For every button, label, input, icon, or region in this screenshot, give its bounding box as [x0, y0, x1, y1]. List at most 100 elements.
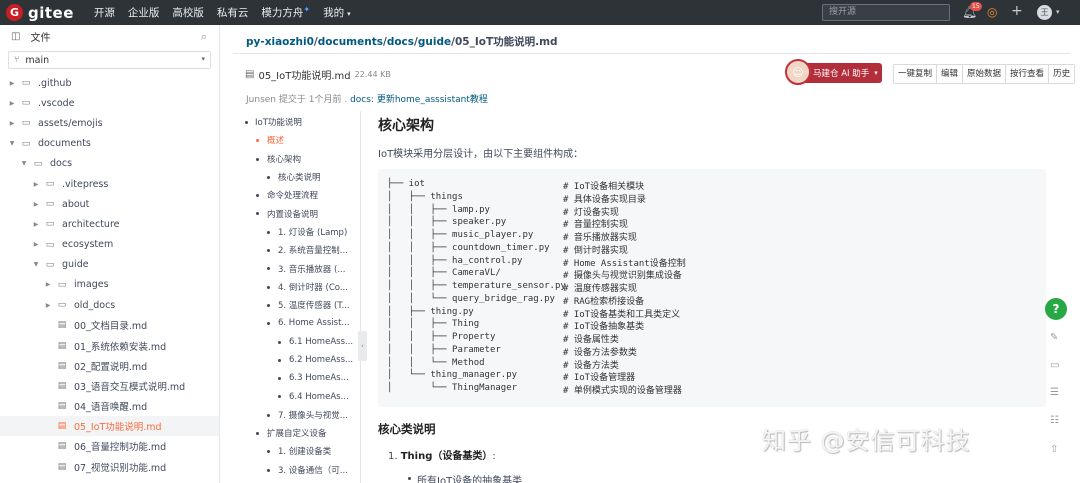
toc-item[interactable]: 6.2 HomeAss... [233, 351, 360, 369]
toc-item[interactable]: 1. 创建设备类 [233, 442, 360, 460]
raw-button[interactable]: 原始数据 [963, 65, 1007, 83]
toc-item-label: 1. 创建设备类 [278, 447, 332, 458]
toc-item[interactable]: 扩展自定义设备 [233, 424, 360, 442]
breadcrumb-documents[interactable]: documents [318, 36, 383, 48]
toc-item[interactable]: 1. 灯设备 (Lamp) [233, 223, 360, 241]
tree-file[interactable]: ▤ 05_IoT功能说明.md [0, 416, 219, 437]
history-button[interactable]: 历史 [1049, 65, 1075, 83]
tree-folder[interactable]: ▶ ▭ about [0, 194, 219, 214]
edit-button[interactable]: 编辑 [937, 65, 964, 83]
toc-item[interactable]: 使用示例 [233, 479, 360, 483]
code-path: │ │ └── Method [387, 357, 485, 368]
tree-folder[interactable]: ▶ ▭ architecture [0, 214, 219, 234]
nav-link-moli[interactable]: 模力方舟✦ [261, 5, 310, 20]
ai-assistant-button[interactable]: ☺ 马建仓 AI 助手 ▾ [785, 59, 882, 85]
bullet-dot [267, 413, 270, 417]
toc-item-label: 6.2 HomeAss... [289, 355, 354, 365]
toc-item[interactable]: 6. Home Assist... [233, 314, 360, 332]
help-button[interactable]: ? [1045, 298, 1067, 320]
tree-folder[interactable]: ▼ ▭ documents [0, 134, 219, 154]
code-path: │ │ ├── CameraVL/ [387, 268, 501, 279]
tree-folder[interactable]: ▶ ▭ .vscode [0, 93, 219, 113]
commit-author[interactable]: Junsen [246, 95, 276, 105]
tree-file[interactable]: ▤ 03_语音交互模式说明.md [0, 376, 219, 396]
toc-item[interactable]: 6.4 HomeAs... [233, 387, 360, 405]
plus-icon[interactable]: + [1011, 3, 1023, 19]
tree-folder[interactable]: ▼ ▭ docs [0, 154, 219, 174]
toc-item[interactable]: IoT功能说明 [233, 113, 360, 131]
branch-select[interactable]: ⑂ main ▾ [8, 51, 211, 69]
toc-item-label: 3. 音乐播放器 (... [278, 264, 346, 275]
tree-item-label: .github [38, 77, 72, 89]
main-area: py-xiaozhi0/documents/docs/guide/05_IoT功… [233, 25, 1076, 483]
tree-file[interactable]: ▤ 06_音量控制功能.md [0, 436, 219, 456]
tree-item-label: assets/emojis [38, 117, 103, 129]
tree-file[interactable]: ▤ 00_文档目录.md [0, 315, 219, 335]
avatar[interactable]: 王 [1037, 5, 1052, 20]
tree-folder[interactable]: ▶ ▭ assets/emojis [0, 113, 219, 133]
nav-link-mine[interactable]: 我的 ▾ [323, 5, 351, 20]
toc-item[interactable]: 6.3 HomeAs... [233, 369, 360, 387]
code-path: │ │ ├── Property [387, 332, 496, 342]
code-path: │ │ ├── music_player.py [387, 230, 534, 240]
breadcrumb-guide[interactable]: guide [418, 36, 451, 48]
toc-item-label: 7. 摄像头与视觉... [278, 410, 348, 421]
nav-link-enterprise[interactable]: 企业版 [128, 5, 160, 20]
code-line: │ │ ├── Parameter # 设备方法参数类 [378, 345, 1046, 358]
toc-item[interactable]: 5. 温度传感器 (T... [233, 296, 360, 314]
file-tree: ▶ ▭ .github ▶ ▭ .vscode ▶ ▭ assets/emojis ▼ ▭ docum… [0, 73, 219, 477]
lightbulb-icon[interactable]: ◎ [987, 5, 997, 19]
toc-item[interactable]: 6.1 HomeAss... [233, 333, 360, 351]
nav-link-private-cloud[interactable]: 私有云 [217, 5, 249, 20]
tree-folder[interactable]: ▶ ▭ .vitepress [0, 174, 219, 194]
toc-item[interactable]: 3. 设备通信（可... [233, 461, 360, 479]
code-line: │ └── thing_manager.py # IoT设备管理器 [378, 370, 1046, 383]
toc-item[interactable]: 4. 倒计时器 (Co... [233, 278, 360, 296]
chat-icon[interactable]: ▭ [1050, 360, 1059, 371]
toc-item[interactable]: 2. 系统音量控制... [233, 241, 360, 259]
tree-folder[interactable]: ▶ ▭ images [0, 275, 219, 295]
tree-folder[interactable]: ▶ ▭ .github [0, 73, 219, 93]
list-icon[interactable]: ☷ [1050, 415, 1059, 426]
tree-file[interactable]: ▤ 04_语音唤醒.md [0, 396, 219, 416]
back-to-top-icon[interactable]: ⇧ [1050, 444, 1058, 455]
nav-search-input[interactable]: 搜开源 [822, 4, 950, 21]
search-icon[interactable]: ⌕ [201, 30, 207, 44]
list-item: 1. Thing（设备基类）: [388, 447, 496, 462]
panel-icon[interactable]: ◫ [11, 31, 20, 42]
file-icon: ▤ [57, 360, 67, 371]
chevron-down-icon[interactable]: ▾ [1056, 8, 1060, 16]
toc-item[interactable]: 内置设备说明 [233, 204, 360, 222]
tree-folder[interactable]: ▼ ▭ guide [0, 255, 219, 275]
tree-file[interactable]: ▤ 01_系统依赖安装.md [0, 335, 219, 355]
toc-item[interactable]: 概述 [233, 131, 360, 149]
commit-path[interactable]: docs [350, 95, 371, 105]
breadcrumb-repo[interactable]: py-xiaozhi0 [246, 36, 314, 48]
toc-item[interactable]: 核心架构 [233, 150, 360, 168]
gitee-logo[interactable]: G gitee [6, 4, 74, 22]
commit-message[interactable]: : 更新home_asssistant教程 [371, 95, 488, 105]
tree-file[interactable]: ▤ 07_视觉识别功能.md [0, 457, 219, 477]
tree-folder[interactable]: ▶ ▭ ecosystem [0, 235, 219, 255]
ai-assistant-label: 马建仓 AI 助手 [813, 69, 870, 79]
blame-button[interactable]: 按行查看 [1006, 65, 1050, 83]
breadcrumb-docs[interactable]: docs [387, 36, 414, 48]
tree-item-label: .vitepress [62, 178, 109, 190]
bullet-dot [278, 358, 281, 362]
nav-link-university[interactable]: 高校版 [172, 5, 204, 20]
toc-item[interactable]: 3. 音乐播放器 (... [233, 259, 360, 277]
tree-file[interactable]: ▤ 02_配置说明.md [0, 356, 219, 376]
code-line: │ │ ├── temperature_sensor.py # 温度传感器实现 [378, 281, 1046, 294]
toc-item[interactable]: 7. 摄像头与视觉... [233, 406, 360, 424]
copy-button[interactable]: 一键复制 [894, 65, 938, 83]
gitee-logo-mark: G [6, 4, 23, 21]
edit-icon[interactable]: ✎ [1050, 332, 1058, 343]
comment-icon[interactable]: ☰ [1050, 387, 1059, 398]
tree-item-label: 02_配置说明.md [74, 361, 148, 373]
nav-link-opensource[interactable]: 开源 [94, 5, 115, 20]
toc-item[interactable]: 核心类说明 [233, 168, 360, 186]
toc-item[interactable]: 命令处理流程 [233, 186, 360, 204]
tree-folder[interactable]: ▶ ▭ old_docs [0, 295, 219, 315]
file-name: 05_IoT功能说明.md [258, 71, 351, 82]
gitee-logo-text: gitee [28, 3, 74, 22]
